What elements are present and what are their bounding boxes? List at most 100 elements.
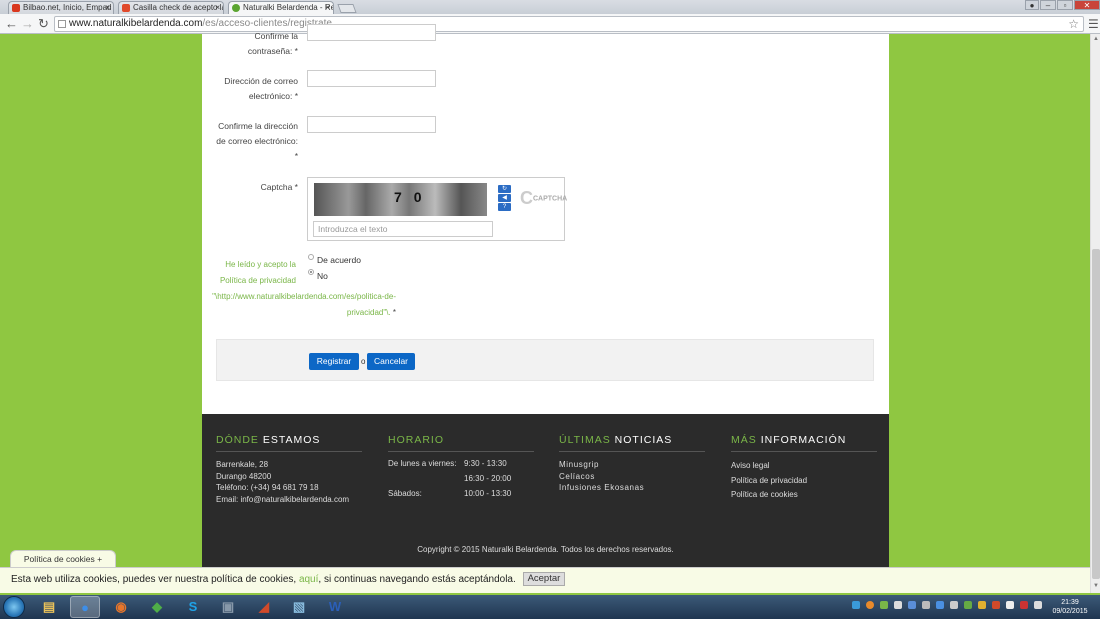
scrollbar-thumb[interactable] [1092, 249, 1100, 579]
taskbar-paint-button[interactable]: ▧ [284, 596, 314, 618]
saturday-hours: 10:00 - 13:30 [464, 489, 512, 498]
tab-naturalki[interactable]: Naturalki Belardenda - Re × [228, 1, 334, 14]
tray-icon[interactable] [852, 601, 860, 609]
privacy-policy-link[interactable]: Política de privacidad [731, 474, 877, 489]
taskbar-network-button[interactable]: ◆ [142, 596, 172, 618]
taskbar-chrome-button[interactable]: ● [70, 596, 100, 618]
cookie-policy-tab[interactable]: Política de cookies + [10, 550, 116, 567]
bookmark-star-icon[interactable]: ☆ [1068, 17, 1079, 31]
scroll-down-icon[interactable]: ▼ [1092, 583, 1100, 589]
clock[interactable]: 21:39 09/02/2015 [1045, 598, 1095, 616]
tray-icon[interactable] [880, 601, 888, 609]
taskbar-explorer-button[interactable]: ▤ [34, 596, 64, 618]
clock-time: 21:39 [1061, 599, 1079, 606]
weekdays-afternoon: 16:30 - 20:00 [464, 474, 512, 483]
reload-icon[interactable]: ↻ [38, 17, 49, 31]
browser-tab-bar: Bilbao.net, Inicio, Empad × Casilla chec… [0, 0, 1100, 14]
news-item[interactable]: Minusgrip [559, 459, 705, 471]
tray-icon[interactable] [964, 601, 972, 609]
close-icon[interactable]: × [105, 2, 110, 14]
saturday-label: Sábados: [388, 489, 422, 498]
news-item[interactable]: Celíacos [559, 471, 705, 483]
volume-icon[interactable] [1034, 601, 1042, 609]
refresh-icon[interactable]: ↻ [498, 185, 511, 193]
filezilla-icon: ◢ [259, 599, 269, 614]
taskbar-window-button[interactable]: ▣ [213, 596, 243, 618]
tab-casilla[interactable]: Casilla check de acepto la × [118, 1, 224, 14]
address-bar[interactable]: www.naturalkibelardenda.com/es/acceso-cl… [54, 16, 1084, 32]
footer-info-heading: MÁS INFORMACIÓN [731, 434, 877, 452]
start-button[interactable] [3, 596, 25, 618]
tray-icon[interactable] [894, 601, 902, 609]
or-text: o [361, 357, 366, 366]
cookie-message: Esta web utiliza cookies, puedes ver nue… [11, 574, 297, 585]
tab-bilbao[interactable]: Bilbao.net, Inicio, Empad × [8, 1, 114, 14]
back-arrow-icon[interactable]: ← [5, 17, 18, 31]
captcha-logo-text: CAPTCHA [533, 195, 568, 203]
menu-icon[interactable]: ☰ [1088, 17, 1099, 31]
taskbar-word-button[interactable]: W [320, 596, 350, 618]
close-icon[interactable]: × [215, 2, 220, 14]
tray-icon[interactable] [908, 601, 916, 609]
captcha-input[interactable]: Introduzca el texto [313, 221, 493, 237]
taskbar-firefox-button[interactable]: ◉ [106, 596, 136, 618]
captcha-widget: 70 ↻ ◀ ? CCAPTCHA Introduzca el texto [307, 177, 568, 241]
city-line: Durango 48200 [216, 471, 272, 481]
cookie-policy-link[interactable]: Política de cookies [731, 488, 877, 503]
close-icon[interactable]: × [325, 2, 330, 14]
captcha-image: 70 [314, 183, 487, 216]
word-icon: W [328, 599, 342, 614]
cookie-link[interactable]: aquí [299, 574, 318, 585]
tray-icon[interactable] [992, 601, 1000, 609]
paint-icon: ▧ [292, 599, 306, 614]
footer-where-heading: DÓNDE ESTAMOS [216, 434, 362, 452]
legal-notice-link[interactable]: Aviso legal [731, 459, 877, 474]
footer-news-heading: ÚLTIMAS NOTICIAS [559, 434, 705, 452]
tray-icon[interactable] [936, 601, 944, 609]
radio-agree-label[interactable]: De acuerdo [317, 255, 361, 265]
naturalki-favicon-icon [232, 4, 240, 12]
confirm-email-input[interactable] [307, 116, 436, 133]
taskbar-skype-button[interactable]: S [178, 596, 208, 618]
cancel-button[interactable]: Cancelar [367, 353, 415, 370]
clock-date: 09/02/2015 [1052, 608, 1088, 615]
forward-arrow-icon[interactable]: → [21, 17, 34, 31]
required-mark: * [392, 307, 396, 317]
radio-no[interactable] [308, 269, 314, 275]
audio-icon[interactable]: ◀ [498, 194, 511, 202]
scroll-up-icon[interactable]: ▲ [1092, 36, 1100, 42]
tray-icon[interactable] [866, 601, 874, 609]
confirm-password-input[interactable] [307, 24, 436, 41]
chrome-icon: ● [81, 600, 89, 615]
tray-icon[interactable] [922, 601, 930, 609]
footer-schedule: HORARIO De lunes a viernes: 9:30 - 13:30… [388, 434, 534, 521]
firefox-icon: ◉ [115, 599, 127, 614]
captcha-image-text: 70 [394, 189, 434, 205]
network-icon[interactable] [1006, 601, 1014, 609]
tray-icon[interactable] [950, 601, 958, 609]
news-item[interactable]: Infusiones Ekosanas [559, 482, 705, 494]
help-icon[interactable]: ? [498, 203, 511, 211]
new-tab-button[interactable] [337, 4, 357, 13]
register-button[interactable]: Registrar [309, 353, 359, 370]
minimize-button[interactable]: ‒ [1040, 0, 1056, 10]
window-close-button[interactable]: ✕ [1074, 0, 1100, 10]
explorer-icon: ▤ [42, 599, 56, 614]
taskbar-filezilla-button[interactable]: ◢ [249, 596, 279, 618]
email-label: Dirección de correo electrónico: * [224, 76, 298, 101]
system-tray [852, 601, 1042, 613]
page-scrollbar[interactable]: ▲ ▼ [1090, 34, 1100, 593]
tab-title: Naturalki Belardenda - Re [243, 3, 334, 12]
tray-icon[interactable] [978, 601, 986, 609]
maximize-button[interactable]: ▫ [1057, 0, 1073, 10]
footer-info: MÁS INFORMACIÓN Aviso legal Política de … [731, 434, 877, 503]
email-input[interactable] [307, 70, 436, 87]
accept-cookies-button[interactable]: Aceptar [522, 572, 566, 587]
radio-no-label[interactable]: No [317, 271, 328, 281]
radio-agree[interactable] [308, 254, 314, 260]
privacy-url-text: "\http://www.naturalkibelardenda.com/es/… [212, 292, 396, 317]
user-icon[interactable]: ● [1025, 0, 1039, 10]
bilbao-favicon-icon [12, 4, 20, 12]
skype-icon: S [188, 599, 198, 614]
flag-icon[interactable] [1020, 601, 1028, 609]
